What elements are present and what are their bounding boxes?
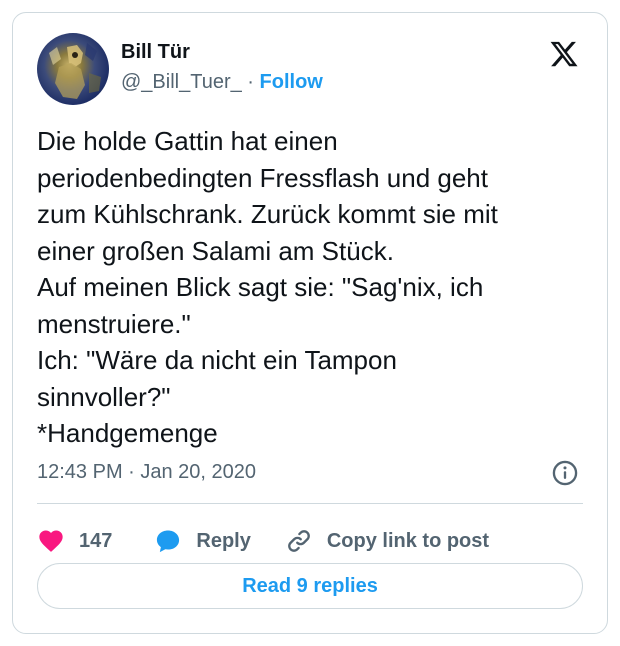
heart-icon bbox=[39, 530, 63, 552]
like-count: 147 bbox=[79, 529, 113, 552]
copy-link-button[interactable]: Copy link to post bbox=[285, 527, 489, 555]
avatar[interactable] bbox=[37, 33, 109, 105]
copy-link-label: Copy link to post bbox=[326, 529, 490, 552]
user-handle[interactable]: @_Bill_Tuer_ bbox=[121, 71, 242, 93]
handle-row: @_Bill_Tuer_ · Follow bbox=[121, 71, 323, 94]
link-icon bbox=[287, 530, 310, 552]
tweet-text: Die holde Gattin hat einen periodenbedin… bbox=[37, 126, 498, 448]
reply-label: Reply bbox=[196, 529, 251, 552]
tweet-timestamp[interactable]: 12:43 PM · Jan 20, 2020 bbox=[37, 461, 256, 484]
like-button[interactable]: 147 bbox=[37, 527, 154, 555]
action-bar: 147 Reply Copy link to post bbox=[37, 521, 489, 561]
divider bbox=[37, 503, 583, 504]
x-logo-icon[interactable] bbox=[549, 39, 579, 69]
avatar-image bbox=[49, 43, 101, 99]
info-icon[interactable] bbox=[551, 459, 579, 487]
tweet-card: Bill Tür @_Bill_Tuer_ · Follow Die holde… bbox=[12, 12, 608, 634]
follow-link[interactable]: Follow bbox=[260, 71, 323, 93]
separator-dot: · bbox=[247, 71, 254, 93]
reply-bubble-icon bbox=[157, 530, 180, 553]
read-replies-button[interactable]: Read 9 replies bbox=[37, 563, 583, 609]
reply-button[interactable]: Reply bbox=[154, 527, 284, 555]
display-name[interactable]: Bill Tür bbox=[121, 41, 190, 64]
